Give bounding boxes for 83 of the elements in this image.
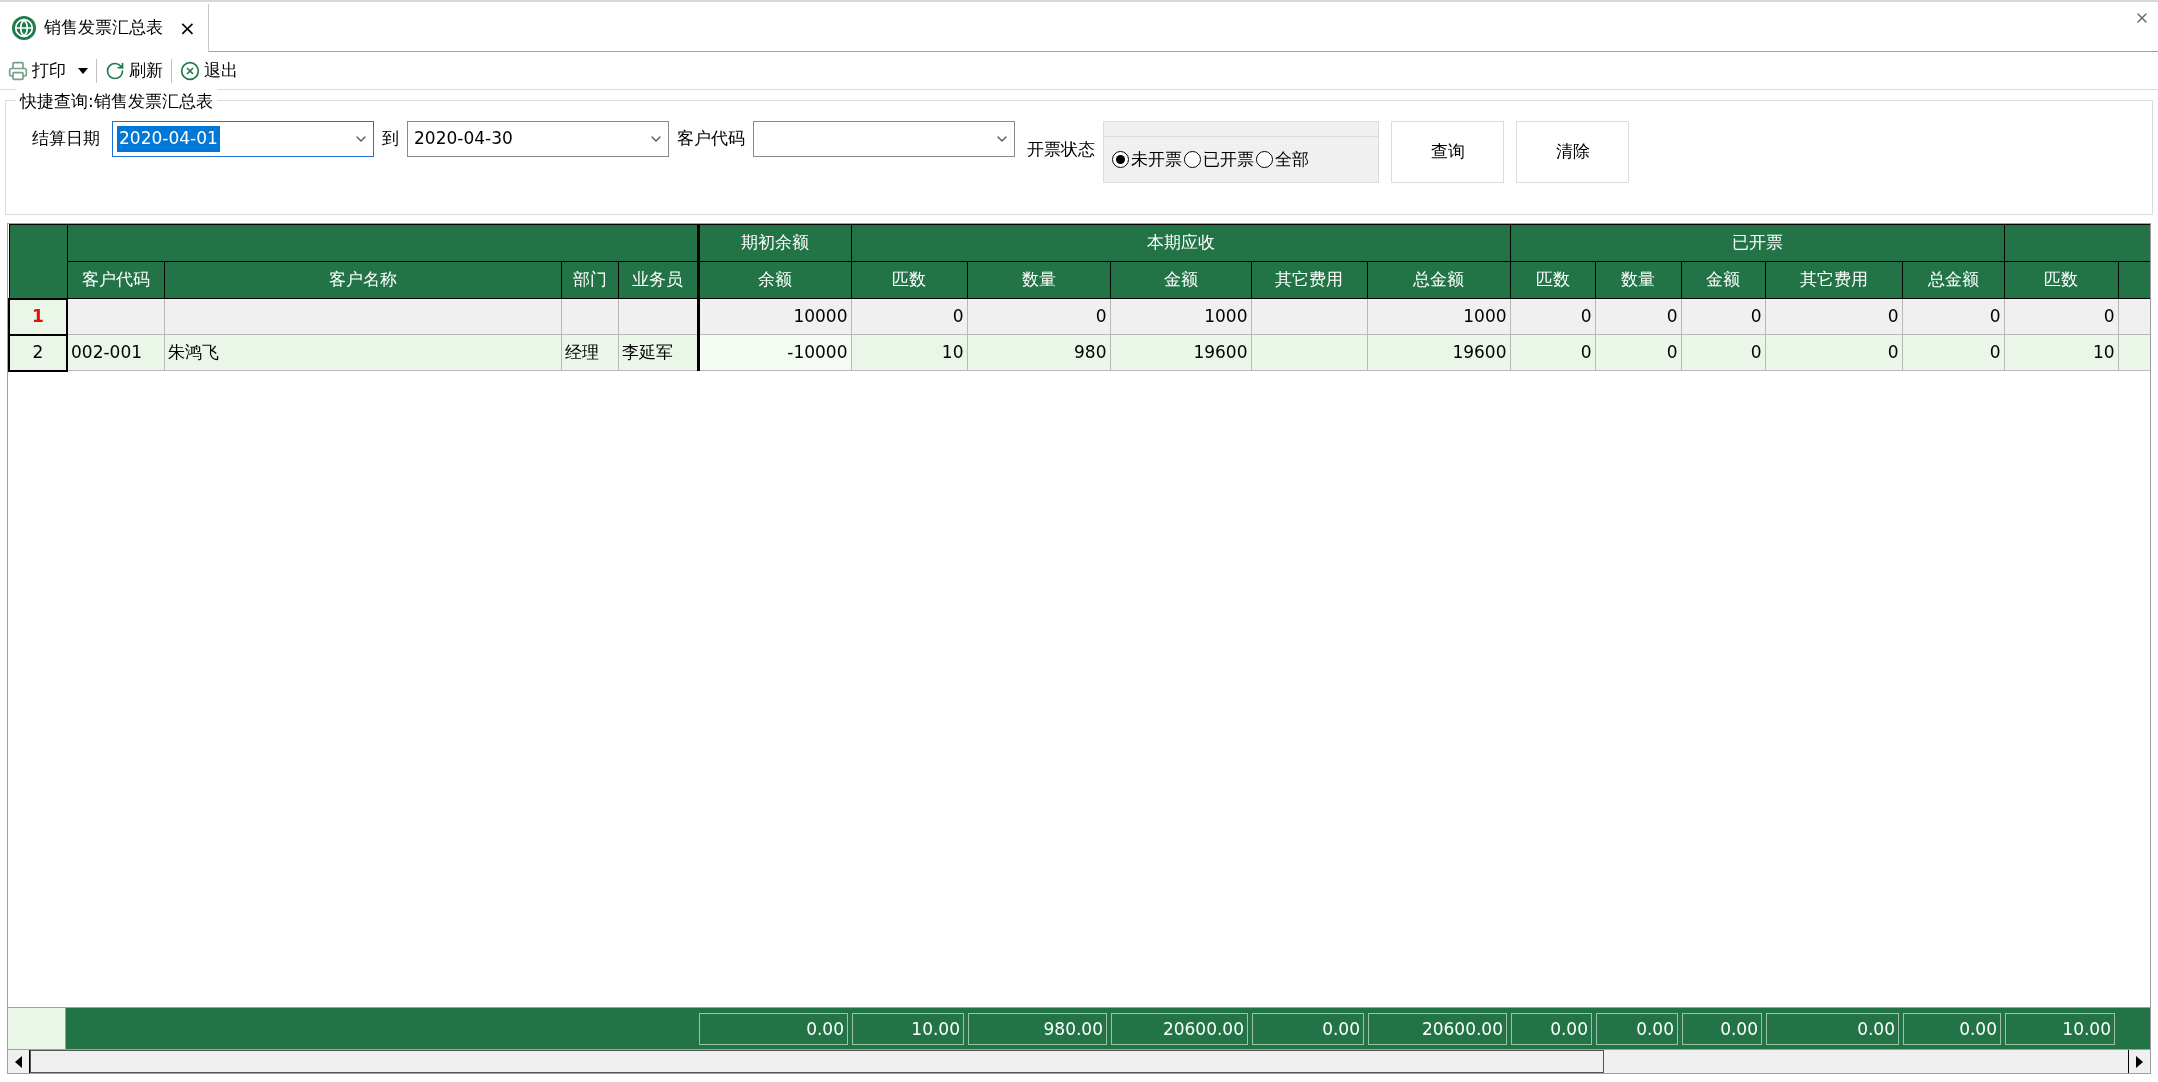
total-cell: 20600.00 (1111, 1012, 1248, 1045)
field-label: 到 (382, 127, 399, 151)
table-cell: 0 (851, 298, 967, 335)
column-header[interactable]: 匹数 (851, 261, 967, 299)
field-label: 结算日期 (32, 127, 100, 151)
table-cell: 0 (1595, 298, 1681, 335)
close-circle-icon (180, 60, 200, 81)
table-cell: 19600 (1367, 334, 1510, 371)
table-cell: 002-001 (67, 334, 164, 371)
column-header[interactable]: 匹数 (1510, 261, 1595, 299)
table-cell: 0 (967, 298, 1110, 335)
group-header: 期初余额 (698, 224, 851, 262)
status-radio[interactable]: 全部 (1256, 147, 1309, 173)
table-cell: 经理 (561, 334, 618, 371)
table-cell: 1000 (1110, 298, 1251, 335)
dropdown-field[interactable] (753, 121, 1015, 157)
column-header[interactable]: 数量 (1595, 261, 1681, 299)
table-cell: 10 (2004, 334, 2119, 371)
table-cell: 10 (851, 334, 967, 371)
table-cell: -10000 (698, 334, 851, 371)
table-cell: 0 (1902, 298, 2005, 335)
table-cell: 0 (1681, 334, 1765, 371)
horizontal-scrollbar[interactable] (8, 1049, 2150, 1073)
column-header[interactable]: 匹数 (2004, 261, 2119, 299)
refresh-icon (105, 60, 125, 81)
caret-icon[interactable] (78, 67, 88, 74)
toolbar-button[interactable]: 退出 (176, 57, 242, 84)
document-tab[interactable]: 销售发票汇总表 × (0, 4, 209, 52)
total-cell: 0.00 (1766, 1012, 1899, 1045)
table-cell: 10000 (698, 298, 851, 335)
table-cell: 0 (1765, 334, 1902, 371)
table-cell: 0 (1765, 298, 1902, 335)
status-label: 开票状态 (1027, 138, 1095, 161)
column-header[interactable]: 其它费用 (1765, 261, 1902, 299)
table-cell: 0 (1595, 334, 1681, 371)
column-header[interactable]: 金额 (1681, 261, 1765, 299)
table-cell: 0 (1902, 334, 2005, 371)
table-cell: 朱鸿飞 (164, 334, 561, 371)
column-header[interactable]: 总金额 (1367, 261, 1510, 299)
total-cell: 0.00 (1511, 1012, 1592, 1045)
total-cell: 0.00 (1252, 1012, 1364, 1045)
table-cell: 0 (1681, 298, 1765, 335)
total-cell: 0.00 (1903, 1012, 2001, 1045)
table-cell: 980 (967, 334, 1110, 371)
status-radio[interactable]: 未开票 (1112, 147, 1182, 173)
column-header[interactable]: 余额 (698, 261, 851, 299)
column-header[interactable]: 总金额 (1902, 261, 2005, 299)
row-number[interactable]: 2 (9, 334, 67, 371)
table-cell (561, 298, 618, 335)
total-cell: 0.00 (699, 1012, 848, 1045)
column-header[interactable]: 客户代码 (67, 261, 164, 299)
column-header[interactable]: 数量 (967, 261, 1110, 299)
total-cell: 0.00 (1596, 1012, 1678, 1045)
row-number[interactable]: 1 (9, 298, 67, 335)
dropdown-field[interactable]: 2020-04-30 (407, 121, 669, 157)
table-cell: 1000 (1367, 298, 1510, 335)
column-header[interactable]: 金额 (1110, 261, 1251, 299)
total-cell: 980.00 (968, 1012, 1107, 1045)
total-cell: 20600.00 (1368, 1012, 1507, 1045)
tab-close-button[interactable]: × (179, 18, 196, 38)
total-cell: 10.00 (2005, 1012, 2115, 1045)
tab-title: 销售发票汇总表 (44, 16, 163, 40)
query-button[interactable]: 清除 (1516, 121, 1629, 183)
table-cell: 19600 (1110, 334, 1251, 371)
table-cell: 0 (1510, 298, 1595, 335)
table-cell: 0 (2004, 298, 2119, 335)
column-header[interactable]: 其它费用 (1251, 261, 1367, 299)
query-button[interactable]: 查询 (1391, 121, 1504, 183)
printer-icon (8, 60, 28, 81)
group-header: 已开票 (1510, 224, 2005, 262)
total-cell: 0.00 (1682, 1012, 1762, 1045)
column-header[interactable]: 业务员 (618, 261, 698, 299)
toolbar-button[interactable]: 打印 (4, 57, 92, 84)
globe-icon (12, 16, 36, 40)
column-header[interactable]: 客户名称 (164, 261, 561, 299)
toolbar-button[interactable]: 刷新 (101, 57, 167, 84)
total-cell: 10.00 (852, 1012, 964, 1045)
field-label: 客户代码 (677, 127, 745, 151)
status-radio[interactable]: 已开票 (1184, 147, 1254, 173)
dropdown-field[interactable]: 2020-04-01 (112, 121, 374, 157)
column-header[interactable]: 部门 (561, 261, 618, 299)
group-header: 本期应收 (851, 224, 1510, 262)
table-cell: 0 (1510, 334, 1595, 371)
